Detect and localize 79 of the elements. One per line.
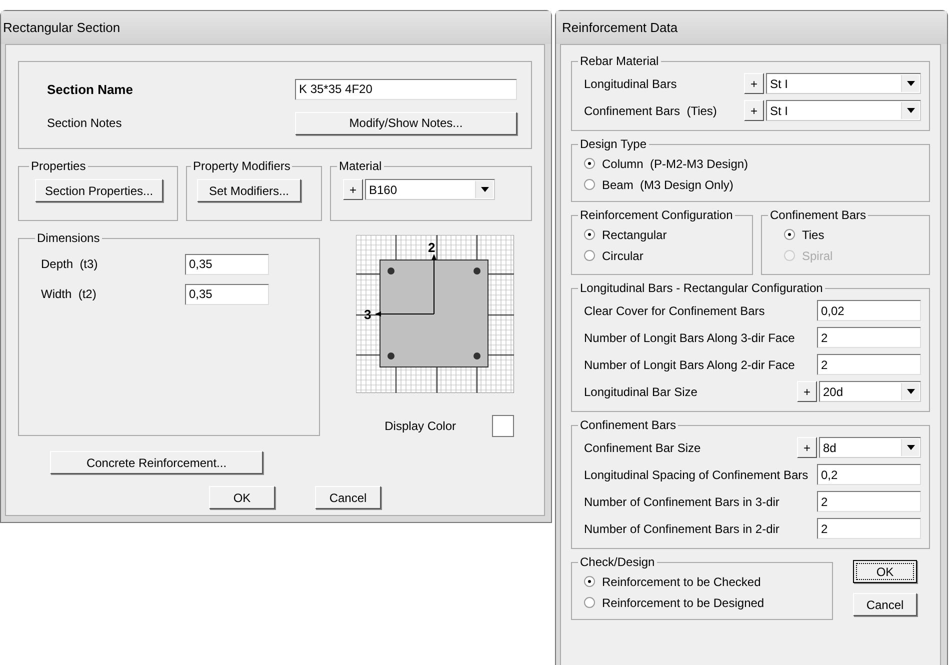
radio-button[interactable] <box>584 229 595 240</box>
dialog-button[interactable]: OK <box>209 486 275 509</box>
field-label: Longitudinal Bar Size <box>584 384 698 398</box>
axis-2-arrow <box>432 254 436 314</box>
concrete-reinforcement-button[interactable]: Concrete Reinforcement... <box>50 451 263 474</box>
input-field[interactable]: 2 <box>817 518 921 539</box>
input-field[interactable]: 0,02 <box>817 300 921 321</box>
group-title: Rebar Material <box>579 54 660 68</box>
dialog-button[interactable]: OK <box>853 560 917 583</box>
field-label: Display Color <box>384 419 456 433</box>
field-label: Confinement Bar Size <box>584 440 701 454</box>
field-label: Longitudinal Spacing of Confinement Bars <box>584 468 808 482</box>
input-field[interactable]: 2 <box>817 491 921 512</box>
add-button[interactable]: + <box>744 73 764 94</box>
material-dropdown[interactable]: B160 <box>365 179 495 200</box>
field-label: Section Name <box>47 82 133 96</box>
axis-3-arrow <box>375 312 434 316</box>
field-label: Number of Longit Bars Along 3-dir Face <box>584 330 795 344</box>
radio-label: Circular <box>602 248 644 262</box>
group-title: Material <box>338 159 383 173</box>
radio-label: Spiral <box>802 248 833 262</box>
group-title: Confinement Bars <box>769 208 868 222</box>
radio-label: Beam (M3 Design Only) <box>602 178 734 192</box>
add-button[interactable]: + <box>343 179 363 200</box>
bar-size-dropdown[interactable]: 20d <box>819 381 921 402</box>
axis-label: 2 <box>428 240 436 255</box>
field-label: Clear Cover for Confinement Bars <box>584 304 765 318</box>
radio-button[interactable] <box>784 229 795 240</box>
radio-label: Reinforcement to be Designed <box>602 596 764 610</box>
field-label: Section Notes <box>47 116 122 130</box>
dropdown-arrow-icon <box>906 445 914 450</box>
radio-label: Rectangular <box>602 228 667 242</box>
group-title: Confinement Bars <box>579 418 678 432</box>
dropdown-arrow-icon <box>906 389 914 394</box>
group-title: Check/Design <box>579 555 656 569</box>
field-label: Number of Confinement Bars in 3-dir <box>584 494 780 508</box>
radio-button[interactable] <box>584 158 595 169</box>
radio-button[interactable] <box>584 597 595 608</box>
add-button[interactable]: + <box>744 100 764 121</box>
material-dropdown[interactable]: St I <box>766 73 921 94</box>
group-title: Properties <box>30 159 87 173</box>
radio-label: Reinforcement to be Checked <box>602 574 761 588</box>
group-title: Reinforcement Configuration <box>579 208 734 222</box>
color-swatch[interactable] <box>492 415 514 437</box>
material-dropdown[interactable]: St I <box>766 100 921 121</box>
radio-label: Column (P-M2-M3 Design) <box>602 156 748 170</box>
notes-button[interactable]: Modify/Show Notes... <box>295 112 517 134</box>
field-label: Depth (t3) <box>41 257 98 271</box>
dialog-button[interactable]: Cancel <box>853 593 917 616</box>
set-modifiers-button[interactable]: Set Modifiers... <box>197 179 301 202</box>
group-title: Longitudinal Bars - Rectangular Configuration <box>579 281 824 295</box>
dropdown-arrow-icon <box>906 108 914 113</box>
input-field[interactable]: 2 <box>817 327 921 348</box>
field-label: Number of Confinement Bars in 2-dir <box>584 522 780 536</box>
section-name-field[interactable]: K 35*35 4F20 <box>295 78 517 100</box>
add-button[interactable]: + <box>797 381 817 402</box>
bar-size-dropdown[interactable]: 8d <box>819 437 921 458</box>
dialog-button[interactable]: Cancel <box>315 486 381 509</box>
radio-button[interactable] <box>584 179 595 190</box>
section-properties-button[interactable]: Section Properties... <box>35 179 163 202</box>
radio-label: Ties <box>802 228 824 242</box>
window-title: Reinforcement Data <box>562 20 678 35</box>
field-label: Number of Longit Bars Along 2-dir Face <box>584 358 795 372</box>
group-title: Dimensions <box>36 231 101 245</box>
field-label: Width (t2) <box>41 287 96 301</box>
window-title: Rectangular Section <box>3 20 120 35</box>
dimension-field[interactable]: 0,35 <box>185 284 269 304</box>
dropdown-arrow-icon <box>480 187 488 192</box>
input-field[interactable]: 2 <box>817 354 921 375</box>
field-label: Confinement Bars (Ties) <box>584 104 717 118</box>
dimension-field[interactable]: 0,35 <box>185 254 269 274</box>
dropdown-arrow-icon <box>906 81 914 86</box>
radio-button[interactable] <box>584 250 595 261</box>
group-title: Property Modifiers <box>192 159 292 173</box>
radio-button[interactable] <box>584 576 595 587</box>
input-field[interactable]: 0,2 <box>817 464 921 485</box>
group-title: Design Type <box>579 137 648 151</box>
field-label: Longitudinal Bars <box>584 76 677 90</box>
add-button[interactable]: + <box>797 437 817 458</box>
